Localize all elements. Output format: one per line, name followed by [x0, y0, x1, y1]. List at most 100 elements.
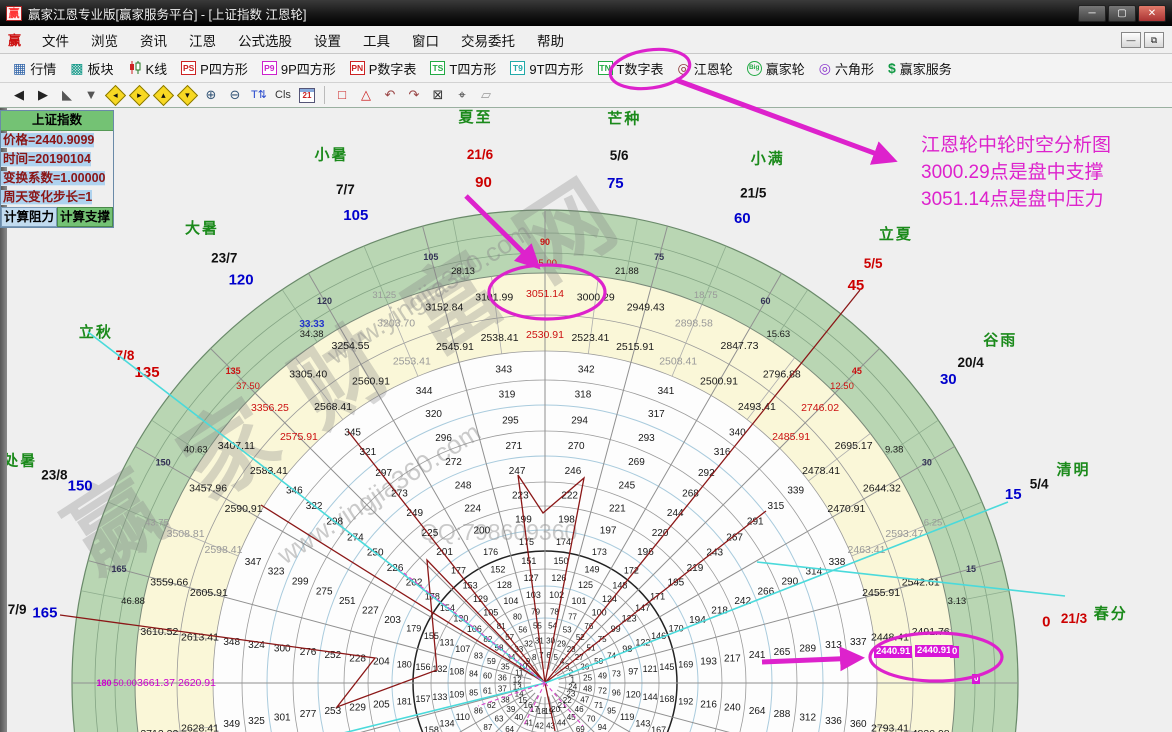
calc-support-button[interactable]: 计算支撑: [57, 207, 113, 227]
highlighted-value-chip: 2440.91: [915, 645, 953, 657]
svg-text:25.00: 25.00: [533, 258, 557, 269]
mdi-restore-button[interactable]: ⧉: [1144, 32, 1164, 48]
draw-tool-diamond-7[interactable]: ▾: [176, 85, 198, 105]
svg-text:121: 121: [643, 664, 658, 674]
svg-text:46: 46: [575, 705, 584, 714]
svg-text:42: 42: [535, 722, 544, 731]
highlighted-value-chip: 0: [950, 646, 959, 658]
draw-tool-17[interactable]: ↷: [403, 85, 425, 105]
toolbar-button-P四方形[interactable]: PSP四方形: [174, 57, 255, 80]
svg-text:芒种: 芒种: [607, 110, 641, 128]
svg-text:267: 267: [726, 533, 743, 544]
draw-tool-3[interactable]: ▼: [80, 85, 102, 105]
draw-tool-14[interactable]: □: [331, 85, 353, 105]
svg-text:97: 97: [628, 666, 638, 676]
menu-item-资讯[interactable]: 资讯: [129, 27, 178, 53]
draw-tool-8[interactable]: ⊕: [200, 85, 222, 105]
svg-text:105: 105: [483, 607, 498, 617]
svg-text:270: 270: [568, 441, 585, 452]
menu-item-设置[interactable]: 设置: [303, 27, 352, 53]
menu-item-交易委托[interactable]: 交易委托: [450, 27, 526, 53]
toolbar-button-9T四方形[interactable]: T99T四方形: [503, 57, 590, 80]
svg-text:3.13: 3.13: [948, 596, 967, 607]
draw-tool-diamond-5[interactable]: ▸: [128, 85, 150, 105]
toolbar-button-9P四方形[interactable]: P99P四方形: [255, 57, 343, 80]
toolbar-button-K线[interactable]: K线: [121, 57, 175, 80]
svg-text:2463.41: 2463.41: [848, 544, 886, 556]
draw-tool-16[interactable]: ↶: [379, 85, 401, 105]
draw-tool-2[interactable]: ◣: [56, 85, 78, 105]
maximize-button[interactable]: ▢: [1108, 5, 1136, 22]
svg-text:5/6: 5/6: [610, 148, 629, 163]
draw-tool-10[interactable]: T⇅: [248, 85, 270, 105]
menu-item-文件[interactable]: 文件: [31, 27, 80, 53]
svg-text:5: 5: [553, 653, 558, 662]
draw-tool-20[interactable]: ▱: [475, 85, 497, 105]
toolbar-label: 六角形: [835, 59, 874, 78]
toolbar-button-赢家服务[interactable]: $赢家服务: [881, 57, 959, 80]
svg-text:80: 80: [513, 612, 522, 621]
svg-text:44: 44: [557, 719, 566, 728]
menu-item-帮助[interactable]: 帮助: [526, 27, 575, 53]
toolbar-button-江恩轮[interactable]: ◎江恩轮: [671, 57, 740, 80]
menu-item-浏览[interactable]: 浏览: [80, 27, 129, 53]
toolbar-button-T数字表[interactable]: TNT数字表: [591, 57, 671, 80]
svg-text:296: 296: [435, 433, 452, 444]
svg-text:105: 105: [423, 252, 438, 262]
svg-text:337: 337: [850, 637, 867, 648]
svg-text:153: 153: [463, 580, 478, 590]
svg-text:96: 96: [612, 688, 621, 697]
close-button[interactable]: ✕: [1138, 5, 1166, 22]
draw-tool-18[interactable]: ⊠: [427, 85, 449, 105]
calendar-tool[interactable]: 21: [296, 85, 318, 105]
draw-tool-15[interactable]: △: [355, 85, 377, 105]
toolbar-button-P数字表[interactable]: PNP数字表: [343, 57, 424, 80]
analysis-annotation-text: 江恩轮中轮时空分析图3000.29点是盘中支撑3051.14点是盘中压力: [921, 132, 1111, 213]
svg-text:216: 216: [700, 700, 717, 711]
menu-item-公式选股[interactable]: 公式选股: [227, 27, 303, 53]
toolbar-label: 板块: [87, 59, 113, 78]
draw-tool-diamond-4[interactable]: ◂: [104, 85, 126, 105]
svg-text:43.75: 43.75: [145, 517, 169, 528]
draw-tool-0[interactable]: ◀: [8, 85, 30, 105]
minimize-button[interactable]: ─: [1078, 5, 1106, 22]
svg-text:12.50: 12.50: [830, 381, 854, 392]
annotation-line: 3000.29点是盘中支撑: [921, 159, 1111, 186]
toolbar-label: 赢家轮: [766, 59, 805, 78]
svg-text:23/7: 23/7: [211, 250, 237, 265]
svg-text:301: 301: [274, 713, 291, 724]
toolbar-button-赢家轮[interactable]: Big赢家轮: [740, 57, 812, 80]
svg-text:317: 317: [648, 409, 665, 420]
svg-text:104: 104: [503, 596, 518, 606]
svg-text:323: 323: [268, 567, 285, 578]
svg-text:94: 94: [598, 723, 607, 732]
menu-item-工具[interactable]: 工具: [352, 27, 401, 53]
svg-text:246: 246: [565, 466, 582, 477]
menu-item-江恩[interactable]: 江恩: [178, 27, 227, 53]
draw-tool-11[interactable]: Cls: [272, 85, 294, 105]
toolbar-button-六角形[interactable]: ◎六角形: [812, 57, 881, 80]
svg-text:3457.96: 3457.96: [189, 483, 227, 495]
toolbar-button-行情[interactable]: ▦行情: [6, 57, 63, 80]
svg-text:90: 90: [475, 174, 492, 191]
toolbar-label: 行情: [30, 59, 56, 78]
svg-text:120: 120: [626, 690, 641, 700]
svg-text:150: 150: [156, 458, 171, 468]
svg-text:35: 35: [501, 663, 510, 672]
toolbar-button-T四方形[interactable]: TST四方形: [423, 57, 503, 80]
draw-tool-1[interactable]: ▶: [32, 85, 54, 105]
toolbar-button-板块[interactable]: ▩板块: [63, 57, 120, 80]
svg-text:120: 120: [317, 296, 332, 306]
mdi-minimize-button[interactable]: —: [1121, 32, 1141, 48]
svg-text:264: 264: [749, 706, 766, 717]
svg-text:86: 86: [474, 707, 483, 716]
menu-item-窗口[interactable]: 窗口: [401, 27, 450, 53]
svg-text:240: 240: [724, 703, 741, 714]
draw-tool-19[interactable]: ⌖: [451, 85, 473, 105]
svg-text:2560.91: 2560.91: [352, 376, 390, 388]
svg-text:152: 152: [490, 564, 505, 574]
draw-tool-9[interactable]: ⊖: [224, 85, 246, 105]
svg-text:2746.02: 2746.02: [801, 402, 839, 414]
draw-tool-diamond-6[interactable]: ▴: [152, 85, 174, 105]
calc-resistance-button[interactable]: 计算阻力: [1, 207, 57, 227]
